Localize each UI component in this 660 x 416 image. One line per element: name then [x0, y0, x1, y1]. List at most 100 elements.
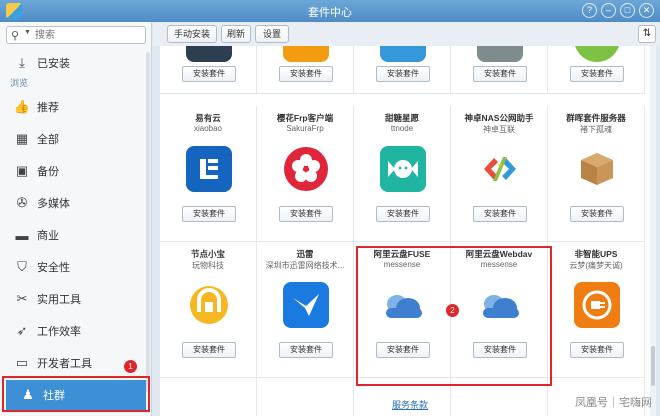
install-package-button[interactable]: 安装套件	[279, 66, 333, 82]
node-icon	[186, 282, 232, 328]
sidebar-item-security[interactable]: ⛉ 安全性	[0, 252, 146, 282]
ups-plug-icon	[574, 282, 620, 328]
package-card[interactable]: 甜糖星愿 ttnode 安装套件	[354, 106, 451, 242]
sidebar-item-multimedia[interactable]: ✇ 多媒体	[0, 188, 146, 218]
sidebar-item-utilities[interactable]: ✂ 实用工具	[0, 284, 146, 314]
sidebar-scrollbar[interactable]	[146, 52, 150, 392]
package-vendor: ttnode	[390, 124, 414, 133]
install-package-button[interactable]: 安装套件	[182, 342, 236, 358]
install-package-button[interactable]: 安装套件	[279, 206, 333, 222]
package-vendor: SakuraFrp	[286, 124, 324, 133]
step-badge-2: 2	[446, 304, 459, 317]
grid-icon: ▦	[15, 131, 29, 146]
sidebar-item-label: 安全性	[37, 262, 70, 274]
package-card[interactable]: 神卓NAS公网助手 神卓互联 安装套件	[451, 106, 548, 242]
sort-icon[interactable]: ⇅	[638, 25, 656, 43]
sidebar-item-productivity[interactable]: ➶ 工作效率	[0, 316, 146, 346]
install-package-button[interactable]: 安装套件	[279, 342, 333, 358]
sakura-icon	[283, 146, 329, 192]
install-package-button[interactable]: 安装套件	[182, 66, 236, 82]
settings-button[interactable]: 设置	[255, 25, 289, 43]
sidebar: ⚲ ▼ ⤓ 已安装 浏览 👍 推荐 ▦ 全部 ▣ 备份 ✇ 多媒体 ▬ 商业 ⛉…	[0, 22, 152, 416]
sidebar-item-installed[interactable]: ⤓ 已安装	[0, 48, 146, 78]
sidebar-item-label: 开发者工具	[37, 358, 92, 370]
manual-install-button[interactable]: 手动安装	[167, 25, 217, 43]
rocket-icon: ➶	[16, 323, 28, 338]
sidebar-item-all[interactable]: ▦ 全部	[0, 124, 146, 154]
install-package-button[interactable]: 安装套件	[473, 66, 527, 82]
package-vendor: 云梦(痛梦天诚)	[569, 261, 623, 270]
close-button[interactable]: ✕	[639, 3, 654, 18]
window-title: 套件中心	[308, 7, 352, 19]
install-package-button[interactable]: 安装套件	[473, 206, 527, 222]
package-card[interactable]: 节点小宝 玩物科技 安装套件	[160, 242, 257, 378]
briefcase-icon: ▬	[15, 227, 29, 243]
package-name: 甜糖星愿	[384, 113, 419, 123]
watermark: 凤凰号｜宅嗨网	[575, 397, 652, 409]
content-scrollbar[interactable]	[650, 46, 656, 416]
film-reel-icon: ✇	[16, 195, 28, 210]
sidebar-item-label: 备份	[37, 166, 59, 178]
package-name: 节点小宝	[190, 249, 225, 259]
shenzhuo-icon	[477, 146, 523, 192]
sidebar-item-backup[interactable]: ▣ 备份	[0, 156, 146, 186]
terminal-icon: ▭	[15, 355, 29, 370]
package-vendor: 深圳市迅雷网络技术...	[265, 261, 345, 270]
sidebar-section-browse: 浏览	[10, 78, 29, 88]
package-vendor: xiaobao	[193, 124, 223, 133]
package-card	[257, 378, 354, 416]
search-icon: ⚲	[11, 30, 20, 42]
package-card[interactable]: 群晖套件服务器 褚下孤魂 安装套件	[548, 106, 645, 242]
sidebar-item-business[interactable]: ▬ 商业	[0, 220, 146, 250]
download-icon: ⤓	[19, 55, 25, 70]
community-highlight-box	[2, 376, 150, 412]
shield-icon: ⛉	[17, 259, 27, 274]
package-name: 樱花Frp客户端	[276, 113, 334, 123]
install-package-button[interactable]: 安装套件	[570, 66, 624, 82]
package-name: 非智能UPS	[574, 249, 618, 259]
package-icon	[574, 46, 620, 62]
package-card[interactable]: 易有云 xiaobao 安装套件	[160, 106, 257, 242]
refresh-button[interactable]: 刷新	[221, 25, 251, 43]
package-vendor: 玩物科技	[192, 261, 224, 270]
install-package-button[interactable]: 安装套件	[182, 206, 236, 222]
install-package-button[interactable]: 安装套件	[376, 206, 430, 222]
xunlei-icon	[283, 282, 329, 328]
sidebar-item-recommended[interactable]: 👍 推荐	[0, 92, 146, 122]
yiyouyun-icon	[186, 146, 232, 192]
package-vendor: 褚下孤魂	[580, 125, 612, 134]
package-card[interactable]: 非智能UPS 云梦(痛梦天诚) 安装套件	[548, 242, 645, 378]
title-bar: 套件中心 ? – □ ✕	[0, 0, 660, 22]
package-box-icon	[574, 146, 620, 192]
package-name: 神卓NAS公网助手	[464, 113, 534, 123]
sidebar-item-label: 多媒体	[37, 198, 70, 210]
package-name: 迅雷	[296, 249, 314, 259]
chevron-down-icon: ▼	[24, 29, 31, 36]
package-card: 安装套件	[548, 46, 645, 94]
search-box[interactable]: ⚲ ▼	[6, 26, 146, 44]
package-card[interactable]: 樱花Frp客户端 SakuraFrp 安装套件	[257, 106, 354, 242]
install-package-button[interactable]: 安装套件	[570, 342, 624, 358]
package-card[interactable]: 迅雷 深圳市迅雷网络技术... 安装套件	[257, 242, 354, 378]
package-vendor: 神卓互联	[483, 125, 515, 134]
sidebar-item-label: 已安装	[37, 58, 70, 70]
maximize-button[interactable]: □	[620, 3, 635, 18]
scrollbar-thumb[interactable]	[651, 346, 655, 386]
search-input[interactable]	[35, 28, 143, 42]
minimize-button[interactable]: –	[601, 3, 616, 18]
install-package-button[interactable]: 安装套件	[570, 206, 624, 222]
terms-of-service-link[interactable]: 服务条款	[392, 398, 428, 411]
candy-icon	[380, 146, 426, 192]
tools-icon: ✂	[16, 291, 28, 306]
package-icon	[477, 46, 523, 62]
package-icon	[380, 46, 426, 62]
package-name: 易有云	[195, 113, 221, 123]
help-button[interactable]: ?	[582, 3, 597, 18]
package-name: 群晖套件服务器	[566, 113, 626, 123]
sidebar-item-label: 全部	[37, 134, 59, 146]
sidebar-item-label: 推荐	[37, 102, 59, 114]
package-icon	[283, 46, 329, 62]
sidebar-item-label: 实用工具	[37, 294, 81, 306]
install-package-button[interactable]: 安装套件	[376, 66, 430, 82]
backup-icon: ▣	[15, 163, 29, 178]
